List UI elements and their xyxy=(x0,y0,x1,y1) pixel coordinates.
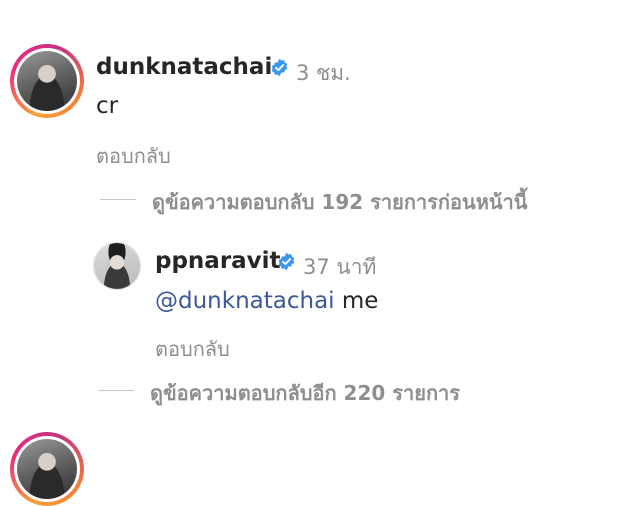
verified-badge-icon xyxy=(271,58,288,77)
reply-timestamp: 37 นาที xyxy=(303,255,377,279)
view-previous-replies-button[interactable]: ดูข้อความตอบกลับ 192 รายการก่อนหน้านี้ xyxy=(152,186,527,218)
reply-body: me xyxy=(334,288,379,314)
reply-button[interactable]: ตอบกลับ xyxy=(96,140,171,172)
comment-timestamp: 3 ชม. xyxy=(296,61,351,85)
mention-link[interactable]: @dunknatachai xyxy=(155,288,335,314)
commenter-avatar[interactable] xyxy=(10,44,84,118)
comment-text: cr xyxy=(96,93,119,119)
commenter-username[interactable]: dunknatachai xyxy=(96,54,272,80)
reply-button[interactable]: ตอบกลับ xyxy=(155,333,230,365)
reply-text: @dunknatachai me xyxy=(155,288,378,314)
replier-username[interactable]: ppnaravit xyxy=(155,248,281,274)
thread-divider xyxy=(98,390,134,391)
thread-divider xyxy=(100,199,136,200)
verified-badge-icon xyxy=(278,252,295,271)
view-more-replies-button[interactable]: ดูข้อความตอบกลับอีก 220 รายการ xyxy=(150,377,460,409)
next-commenter-avatar[interactable] xyxy=(10,432,84,506)
replier-avatar[interactable] xyxy=(93,242,141,290)
